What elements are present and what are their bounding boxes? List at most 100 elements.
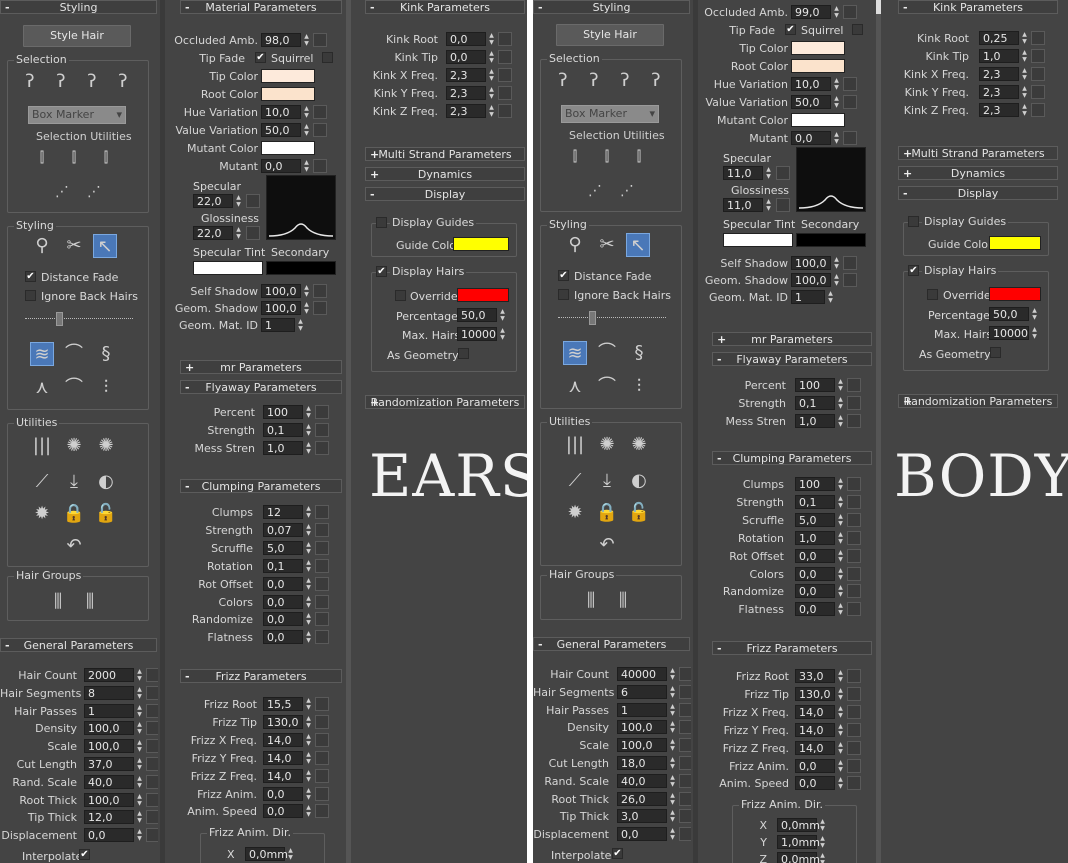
spinner-arrows[interactable]: ▲ ▼ — [818, 818, 827, 832]
select-hook-icon[interactable]: ʔ — [644, 69, 668, 93]
param-field[interactable]: 5,0 — [795, 512, 835, 527]
scrollbar[interactable] — [693, 0, 698, 863]
map-button[interactable] — [146, 828, 158, 843]
param-field[interactable]: 0,0 — [795, 776, 835, 791]
map-button[interactable] — [146, 757, 158, 771]
map-button[interactable] — [315, 750, 329, 765]
map-button[interactable] — [679, 756, 691, 770]
map-button[interactable] — [315, 714, 329, 729]
ears-randomization-rollout[interactable]: + Randomization Parameters — [365, 395, 525, 409]
param-field[interactable]: 12,0 — [84, 810, 134, 825]
puff-roots-icon[interactable]: ⌒ — [595, 341, 619, 365]
map-button[interactable] — [313, 33, 327, 47]
param-field[interactable]: 0,0 — [791, 131, 831, 145]
spinner-arrows[interactable]: ▲ ▼ — [135, 721, 144, 735]
param-field[interactable]: 100 — [795, 477, 835, 491]
map-button[interactable] — [679, 720, 691, 735]
param-field[interactable]: 26,0 — [617, 791, 667, 806]
ears-guide-color-swatch[interactable] — [453, 237, 509, 251]
map-button[interactable] — [679, 791, 691, 806]
shrink-selection-icon[interactable]: ⫿ — [62, 146, 86, 170]
param-field[interactable]: 14,0 — [795, 722, 835, 737]
spinner-arrows[interactable]: ▲ ▼ — [668, 738, 677, 752]
map-button[interactable] — [847, 722, 861, 737]
mutant-color-swatch[interactable] — [791, 113, 845, 127]
map-button[interactable] — [847, 548, 861, 563]
map-button[interactable] — [315, 505, 329, 519]
toggle-hair-icon[interactable]: ⟋ — [563, 469, 587, 493]
rotate-icon[interactable]: ⋏ — [563, 375, 587, 399]
spinner-arrows[interactable]: ▲ ▼ — [832, 256, 841, 270]
map-button[interactable] — [315, 558, 329, 573]
body-max-hairs-field[interactable]: 10000 — [989, 326, 1029, 340]
pop-selected-icon[interactable]: ✹ — [30, 502, 54, 526]
spinner-arrows[interactable]: ▲ ▼ — [302, 284, 311, 298]
scale-icon[interactable]: ⌒ — [62, 376, 86, 400]
param-field[interactable]: 1,0 — [263, 440, 303, 455]
map-button[interactable] — [1031, 85, 1045, 99]
map-button[interactable] — [498, 68, 512, 82]
map-button[interactable] — [847, 704, 861, 719]
param-field[interactable]: 130,0 — [795, 686, 835, 701]
param-field[interactable]: 40,0 — [84, 774, 134, 789]
map-button[interactable] — [246, 226, 260, 240]
map-button[interactable] — [315, 768, 329, 783]
map-button[interactable] — [146, 792, 158, 807]
ears-display-hairs-checkbox[interactable]: ✔ — [376, 266, 387, 277]
map-button[interactable] — [498, 50, 512, 64]
ears-styling-rollout[interactable]: - Styling — [0, 0, 157, 14]
spinner-arrows[interactable]: ▲ ▼ — [304, 787, 313, 801]
param-field[interactable]: 0,0 — [84, 828, 134, 843]
param-field[interactable]: 100,0 — [617, 738, 667, 753]
select-hook-icon[interactable]: ʔ — [18, 70, 42, 94]
spinner-arrows[interactable]: ▲ ▼ — [487, 50, 496, 64]
param-field[interactable]: 33,0 — [795, 669, 835, 683]
invert-selection-icon[interactable]: ⫿ — [94, 146, 118, 170]
grow-selection-icon[interactable]: ⫿ — [30, 146, 54, 170]
param-field[interactable]: 1,0mm — [777, 835, 820, 849]
spinner-arrows[interactable]: ▲ ▼ — [668, 774, 677, 788]
param-field[interactable]: 100,0 — [261, 301, 301, 315]
recomb-icon[interactable]: ||| — [30, 434, 54, 458]
map-button[interactable] — [679, 684, 691, 699]
select-hook-icon[interactable]: ʔ — [49, 70, 73, 94]
param-field[interactable]: 50,0 — [261, 123, 301, 137]
param-field[interactable]: 2,3 — [979, 67, 1019, 81]
root-color-swatch[interactable] — [791, 59, 845, 73]
param-field[interactable]: 1 — [84, 703, 134, 718]
spinner-arrows[interactable]: ▲ ▼ — [135, 757, 144, 771]
spinner-arrows[interactable]: ▲ ▼ — [304, 630, 313, 644]
spinner-arrows[interactable]: ▲ ▼ — [668, 827, 677, 841]
map-button[interactable] — [146, 668, 158, 682]
map-button[interactable] — [847, 669, 861, 683]
spinner-arrows[interactable]: ▲ ▼ — [668, 792, 677, 806]
spinner-arrows[interactable]: ▲ ▼ — [135, 810, 144, 824]
map-button[interactable] — [315, 697, 329, 711]
ears-display-guides-checkbox[interactable] — [376, 217, 387, 228]
spinner-arrows[interactable]: ▲ ▼ — [836, 776, 845, 790]
map-button[interactable] — [1031, 67, 1045, 81]
merge-group-icon[interactable]: ⫼ — [611, 589, 635, 613]
clump-icon[interactable]: § — [94, 342, 118, 366]
param-field[interactable]: 1,0 — [979, 49, 1019, 63]
spinner-arrows[interactable]: ▲ ▼ — [304, 577, 313, 591]
map-button[interactable] — [146, 721, 158, 736]
body-style-hair-button[interactable]: Style Hair — [556, 24, 664, 46]
param-field[interactable]: 5,0 — [263, 540, 303, 555]
spinner-arrows[interactable]: ▲ ▼ — [304, 612, 313, 626]
map-button[interactable] — [146, 703, 158, 718]
ears-as-geometry-checkbox[interactable] — [458, 348, 469, 359]
spinner-arrows[interactable]: ▲ ▼ — [836, 759, 845, 773]
map-button[interactable] — [847, 602, 861, 617]
spinner-arrows[interactable]: ▲ ▼ — [818, 835, 827, 849]
param-field[interactable]: 100,0 — [84, 739, 134, 754]
tip-color-swatch[interactable] — [791, 41, 845, 55]
body-override-checkbox[interactable] — [927, 289, 938, 300]
toggle-collisions-icon[interactable]: ✺ — [627, 433, 651, 457]
spinner-arrows[interactable]: ▲ ▼ — [135, 668, 144, 682]
recomb-icon[interactable]: ||| — [563, 433, 587, 457]
body-clumping-rollout[interactable]: - Clumping Parameters — [712, 451, 872, 465]
clump-icon[interactable]: § — [627, 341, 651, 365]
hair-brush-icon[interactable]: ⚲ — [563, 233, 587, 257]
scrollbar[interactable] — [160, 0, 165, 863]
